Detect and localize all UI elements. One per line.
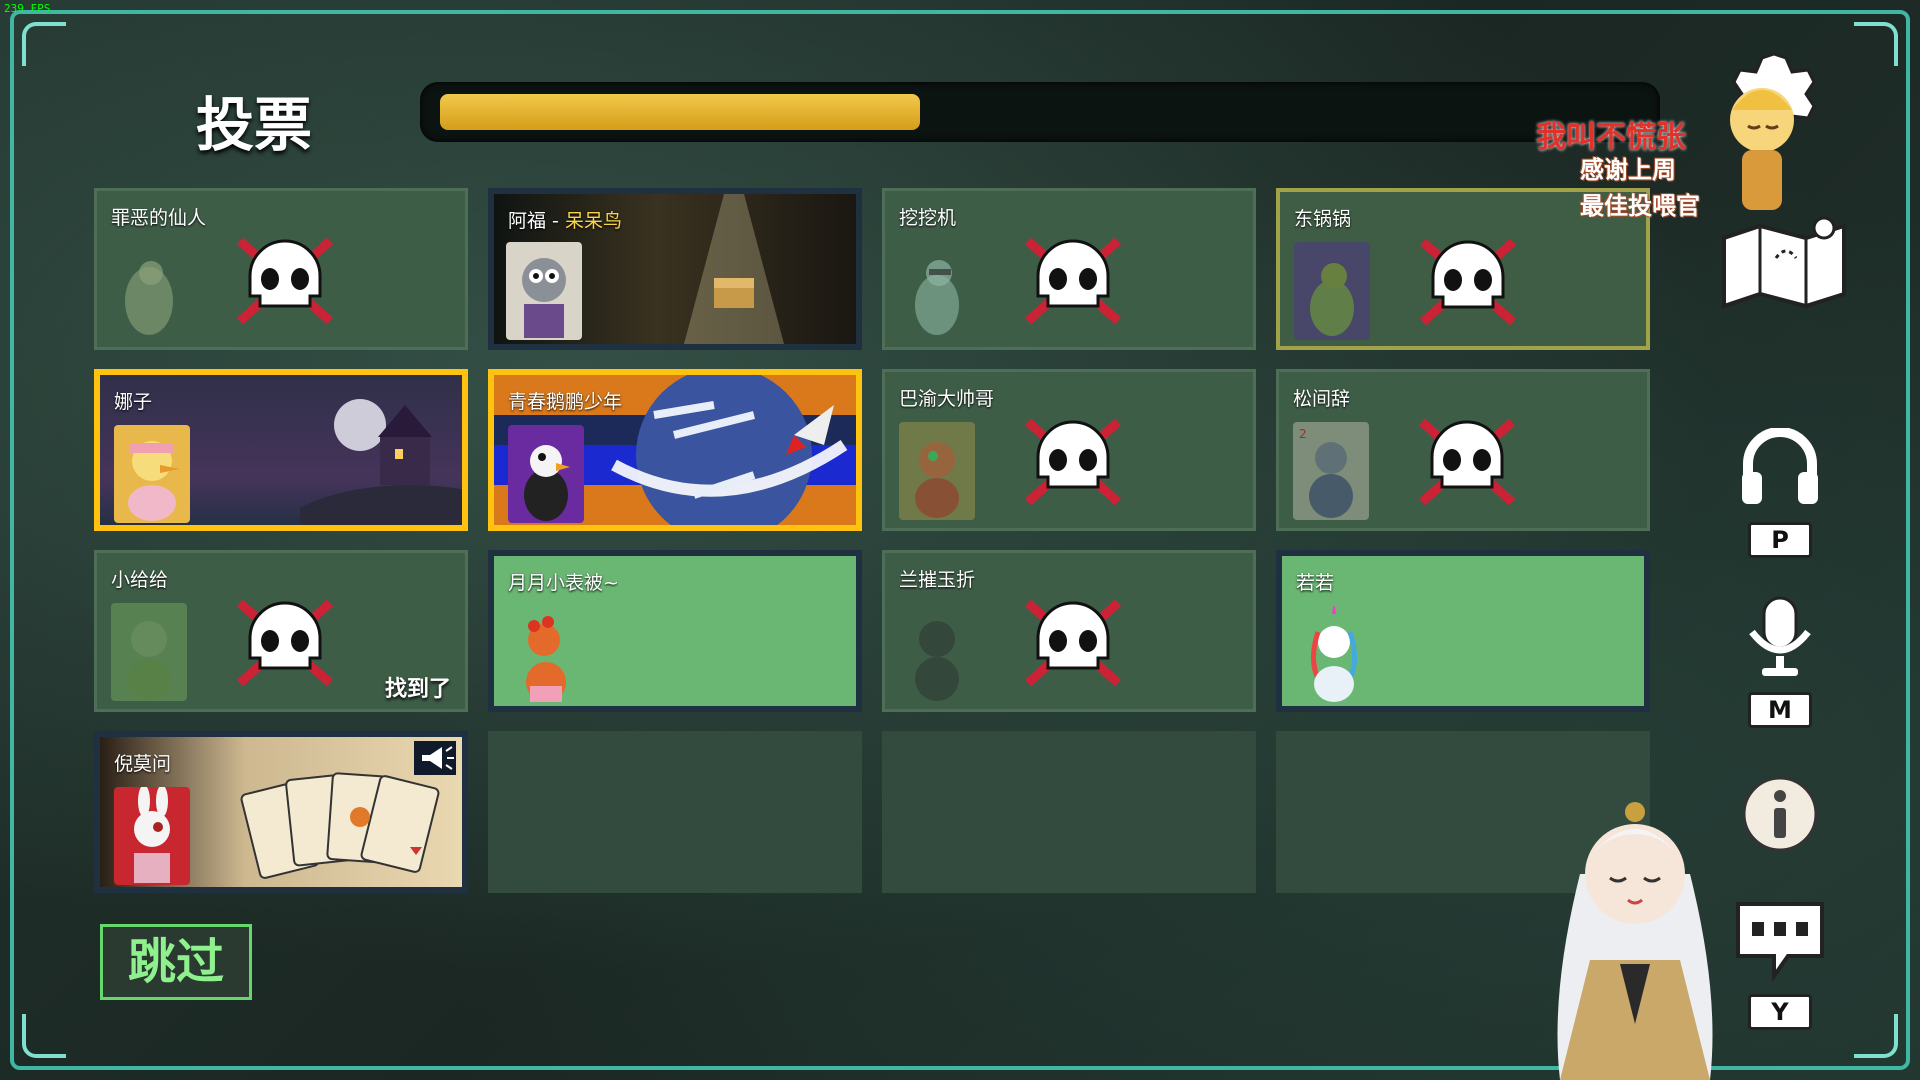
svg-text:2: 2 [1299,427,1307,441]
empty-slot [882,731,1256,893]
found-body-badge: 找到了 [384,677,451,702]
skip-vote-button[interactable]: 跳过 [100,924,252,1000]
duck-avatar-icon [114,425,190,523]
player-card-1[interactable]: 罪恶的仙人 [94,188,468,350]
player-name: 巴渝大帅哥 [899,388,995,410]
player-card-9[interactable]: 小给给 找到了 [94,550,468,712]
chat-icon[interactable] [1732,898,1828,982]
player-name: 娜子 [114,391,153,413]
frame-corner [1854,22,1898,66]
player-card-2[interactable]: 阿福 - 呆呆鸟 [488,188,862,350]
parrot-avatar-icon [899,422,975,520]
dead-skull-icon [1420,238,1516,326]
player-role: 呆呆鸟 [564,210,622,232]
dead-skull-icon [237,599,333,687]
streamer-mascot-icon [1730,88,1794,210]
goose-sunglasses-avatar-icon [915,260,959,335]
player-card-11[interactable]: 兰摧玉折 [882,550,1256,712]
frame-corner [1854,1014,1898,1058]
streamer-name: 我叫不慌张 [1536,120,1686,155]
player-name: 小给给 [111,569,169,591]
player-name: 东锅锅 [1294,208,1352,230]
goose-avatar-icon [508,425,584,523]
fps-counter: 239 FPS [4,2,51,15]
dead-skull-icon [1025,599,1121,687]
player-name: 阿福 - 呆呆鸟 [508,210,622,232]
vote-title: 投票 [196,91,313,159]
player-name: 罪恶的仙人 [111,207,207,229]
dead-skull-icon [1419,418,1515,506]
player-name: 青春鹅鹏少年 [508,391,623,413]
mic-key-hint: M [1748,692,1812,728]
player-card-13[interactable]: 倪莫问 [94,731,468,893]
unicorn-goose-avatar-icon [1311,606,1357,702]
player-name: 松间辞 [1293,388,1351,410]
player-name: 倪莫问 [114,753,172,775]
rabbit-avatar-icon [114,787,190,885]
player-card-10[interactable]: 月月小表被~ [488,550,862,712]
frame-corner [22,22,66,66]
chat-key-hint: Y [1748,994,1812,1030]
haunted-house-icon [300,399,462,525]
dead-skull-icon [1025,237,1121,325]
player-card-6[interactable]: 青春鹅鹏少年 [488,369,862,531]
player-name: 兰摧玉折 [899,569,976,591]
player-card-8[interactable]: 松间辞 2 [1276,369,1650,531]
player-name: 月月小表被~ [508,572,619,594]
goose-avatar-icon [125,261,173,335]
microphone-icon[interactable] [1738,594,1822,678]
voice-key-hint: P [1748,522,1812,558]
frame-corner [22,1014,66,1058]
vote-timer-fill [440,94,920,130]
map-icon[interactable] [1716,208,1852,318]
dead-skull-icon [237,237,333,325]
player-name: 若若 [1296,572,1335,594]
streamer-thanks: 感谢上周 最佳投喂官 [1580,156,1700,220]
spotlight-treasure-icon [684,194,784,344]
empty-slot [488,731,862,893]
info-icon[interactable] [1740,774,1820,854]
headphones-icon[interactable] [1738,428,1822,508]
dead-skull-icon [1025,418,1121,506]
playing-cards-icon [240,772,440,879]
hooded-goose-avatar-icon [915,621,959,701]
player-card-7[interactable]: 巴渝大帅哥 [882,369,1256,531]
streamer-avatar-icon [1557,802,1713,1080]
card-goose-avatar-icon: 2 [1293,422,1369,520]
player-card-5[interactable]: 娜子 [94,369,468,531]
goose-avatar-icon [1294,242,1370,340]
player-card-3[interactable]: 挖挖机 [882,188,1256,350]
vote-timer [420,82,1660,142]
rat-avatar-icon [506,242,582,340]
player-card-12[interactable]: 若若 [1276,550,1650,712]
frog-goose-avatar-icon [111,603,187,701]
player-name: 挖挖机 [899,207,957,229]
duck-flower-avatar-icon [526,616,566,702]
megaphone-icon [414,741,456,775]
